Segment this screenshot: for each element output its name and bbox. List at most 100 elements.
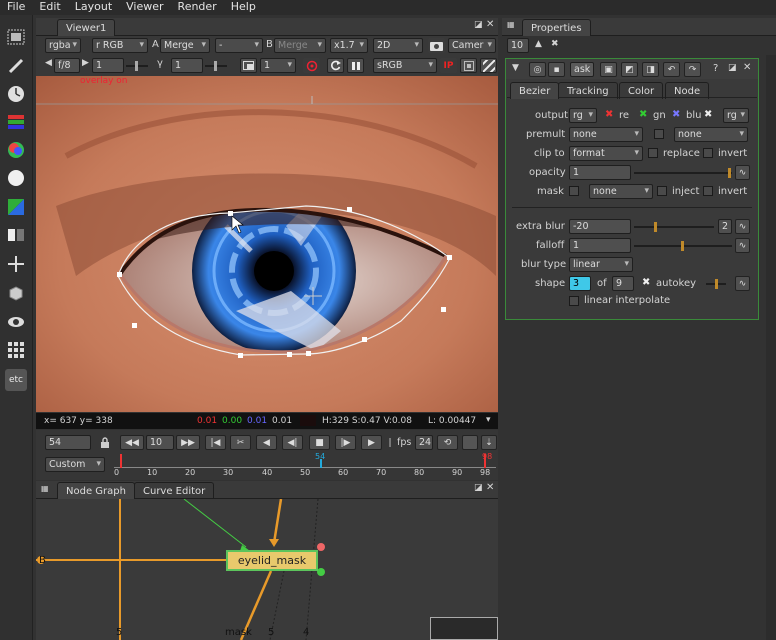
tab-node[interactable]: Node: [665, 82, 710, 99]
menu-help[interactable]: Help: [224, 0, 263, 15]
replace-checkbox[interactable]: [648, 148, 658, 158]
zoom-dropdown[interactable]: x1.7: [330, 38, 368, 53]
gamma-field[interactable]: 1: [171, 58, 203, 73]
gain-field[interactable]: 1: [92, 58, 124, 73]
play-backward-icon[interactable]: ◀|: [282, 435, 303, 450]
shape-key-slider[interactable]: [706, 279, 726, 289]
edit-icon[interactable]: ◩: [621, 62, 638, 77]
play-forward-icon[interactable]: |▶: [335, 435, 356, 450]
output2-dropdown[interactable]: rg: [723, 108, 749, 123]
pin-icon[interactable]: ▲: [535, 39, 542, 49]
node-graph-canvas[interactable]: eyelid_mask B 5 mask 5 4: [36, 499, 498, 640]
next-frame-icon[interactable]: ▶: [361, 435, 382, 450]
graph-minimap[interactable]: [430, 617, 498, 640]
merge-b-dropdown[interactable]: Merge: [274, 38, 326, 53]
premult-checkbox[interactable]: [654, 129, 664, 139]
camera-dropdown[interactable]: Camer: [448, 38, 496, 53]
fps-field[interactable]: 24: [415, 435, 433, 450]
max-panels-field[interactable]: 10: [507, 38, 529, 53]
extra-blur-field[interactable]: -20: [569, 219, 631, 234]
green-channel-icon[interactable]: ✖: [639, 109, 647, 120]
shape-count-field[interactable]: 9: [612, 276, 634, 291]
zebra-icon[interactable]: [480, 58, 497, 73]
last-frame-icon[interactable]: |: [386, 435, 394, 450]
lock-icon[interactable]: [96, 435, 113, 450]
render-icon[interactable]: ⇣: [481, 435, 497, 450]
first-frame-icon[interactable]: |◀: [205, 435, 226, 450]
menu-viewer[interactable]: Viewer: [119, 0, 170, 15]
pause-icon[interactable]: [347, 58, 364, 73]
fstop-field[interactable]: f/8: [54, 58, 80, 73]
float-icon[interactable]: ◪: [728, 63, 737, 73]
loop-icon[interactable]: ⟲: [437, 435, 458, 450]
premult2-dropdown[interactable]: none: [674, 127, 748, 142]
properties-scrollbar[interactable]: [766, 55, 776, 640]
extra-blur-slider[interactable]: [634, 222, 714, 232]
gamma-slider[interactable]: [205, 61, 227, 71]
fstop-up-icon[interactable]: ▶: [82, 58, 89, 68]
lut-dropdown[interactable]: sRGB: [373, 58, 437, 73]
redo-icon[interactable]: ↷: [684, 62, 701, 77]
transform-tool-icon[interactable]: [5, 253, 27, 275]
filter-tool-icon[interactable]: [5, 167, 27, 189]
channels-dropdown[interactable]: rgba: [45, 38, 81, 53]
gain-slider[interactable]: [126, 61, 148, 71]
node-name-field[interactable]: ask: [570, 62, 594, 77]
range-dropdown[interactable]: Custom: [45, 457, 105, 472]
tab-tracking[interactable]: Tracking: [558, 82, 618, 99]
opacity-slider[interactable]: [634, 168, 732, 178]
close-icon[interactable]: ✕: [486, 19, 494, 30]
prev-keyframe-icon[interactable]: ✂: [230, 435, 251, 450]
metadata-tool-icon[interactable]: [5, 339, 27, 361]
extra-blur-multiplier[interactable]: 2: [718, 219, 732, 234]
help-icon[interactable]: ◎: [529, 62, 546, 77]
menu-render[interactable]: Render: [171, 0, 224, 15]
alpha-channel-icon[interactable]: ✖: [704, 109, 712, 120]
menu-edit[interactable]: Edit: [32, 0, 67, 15]
invert2-checkbox[interactable]: [703, 186, 713, 196]
keyer-tool-icon[interactable]: [5, 196, 27, 218]
eyelid-mask-node[interactable]: eyelid_mask: [226, 550, 318, 571]
help-question-icon[interactable]: ?: [713, 63, 718, 74]
viewer-icon[interactable]: ▪: [548, 62, 565, 77]
mask-checkbox[interactable]: [569, 186, 579, 196]
layer-dropdown[interactable]: r RGB: [92, 38, 148, 53]
float-icon[interactable]: ◪: [474, 20, 483, 30]
status-menu-icon[interactable]: ▾: [486, 415, 491, 425]
tab-curve-editor[interactable]: Curve Editor: [134, 482, 215, 499]
menu-file[interactable]: File: [0, 0, 32, 15]
select-tool-icon[interactable]: [5, 26, 27, 48]
wipe-dropdown[interactable]: -: [215, 38, 263, 53]
tab-color[interactable]: Color: [619, 82, 664, 99]
collapse-icon[interactable]: ▼: [512, 63, 519, 73]
other-tool-icon[interactable]: etc: [5, 369, 27, 391]
blur-type-dropdown[interactable]: linear: [569, 257, 633, 272]
proxy-icon[interactable]: [240, 58, 257, 73]
tab-node-graph[interactable]: Node Graph: [57, 482, 135, 499]
merge-a-dropdown[interactable]: Merge: [160, 38, 210, 53]
tab-properties[interactable]: Properties: [522, 19, 591, 36]
menu-layout[interactable]: Layout: [68, 0, 119, 15]
stop-icon[interactable]: ■: [309, 435, 330, 450]
merge-tool-icon[interactable]: [5, 224, 27, 246]
animation-curve-icon[interactable]: ∿: [735, 238, 750, 253]
timeline-ruler[interactable]: 54 98 0 10 20 30 40 50 60 70 80 90 98: [114, 452, 496, 478]
falloff-field[interactable]: 1: [569, 238, 631, 253]
shape-field[interactable]: 3: [569, 276, 591, 291]
time-tool-icon[interactable]: [5, 83, 27, 105]
float-icon[interactable]: ◪: [474, 483, 483, 493]
tab-bezier[interactable]: Bezier: [510, 82, 560, 99]
animation-curve-icon[interactable]: ∿: [735, 165, 750, 180]
output-dropdown[interactable]: rg: [569, 108, 597, 123]
step-field[interactable]: 10: [146, 435, 174, 450]
close-icon[interactable]: ✕: [486, 482, 494, 493]
tab-viewer1[interactable]: Viewer1: [57, 19, 116, 36]
falloff-slider[interactable]: [634, 241, 732, 251]
3d-tool-icon[interactable]: [5, 282, 27, 304]
overlay-toggle-icon[interactable]: [460, 58, 477, 73]
red-channel-icon[interactable]: ✖: [605, 109, 613, 120]
panel-menu-icon[interactable]: ▦: [507, 20, 515, 29]
input-process-icon[interactable]: IP: [440, 58, 457, 73]
invert-checkbox[interactable]: [703, 148, 713, 158]
fstop-down-icon[interactable]: ◀: [45, 58, 52, 68]
